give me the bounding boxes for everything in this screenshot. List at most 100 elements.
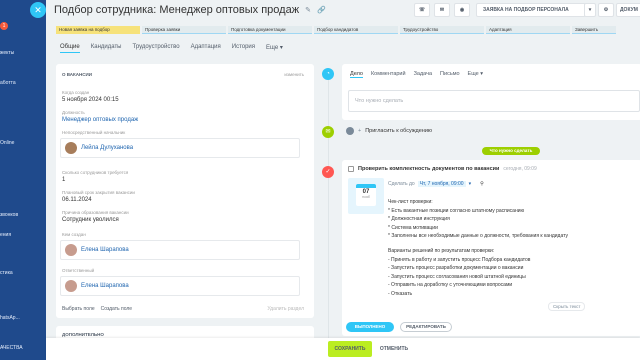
camera-icon[interactable]: ◉ [454,3,470,17]
creator-field[interactable]: Елена Шарапова [60,240,300,260]
reason-value: Сотрудник уволился [62,217,119,223]
tab-candidates[interactable]: Кандидаты [91,44,122,53]
tab-letter[interactable]: Письмо [440,71,459,78]
activity-tabs: Дело Комментарий Задача Письмо Еще ▾ [350,71,483,78]
stage-finish[interactable]: Завершить [572,26,616,34]
sidebar-item[interactable]: аботта [0,80,46,86]
delete-section-link[interactable]: Удалить раздел [267,306,304,312]
created-label: Когда создан [62,90,90,95]
creator-name[interactable]: Елена Шарапова [81,247,129,253]
invite-row[interactable]: + Пригласить к обсуждению [346,127,432,135]
created-value: 5 ноября 2024 00:15 [62,97,119,103]
deadline-row: Сделать до Чт, 7 ноября, 09:00 ▾ ⚲ [388,181,484,187]
close-icon[interactable]: ✕ [30,2,46,18]
change-link[interactable]: изменить [284,72,304,77]
tab-task[interactable]: Задача [414,71,432,78]
task-title: Проверить комплектность документов по ва… [358,166,500,172]
sidebar-item[interactable]: Online [0,140,46,146]
stage-check[interactable]: Проверка заявки [142,26,226,34]
position-value[interactable]: Менеджер оптовых продаж [62,117,138,123]
edit-pencil-icon[interactable]: ✎ [305,6,311,14]
stage-bar: Новая заявка на подбор Проверка заявки П… [56,26,616,34]
chevron-down-icon[interactable]: ▾ [584,3,596,17]
tab-employment[interactable]: Трудоустройство [133,44,180,53]
timeline-line [328,72,329,360]
section-title: О ВАКАНСИИ [62,72,92,77]
select-field-link[interactable]: Выбрать поле [62,306,95,312]
create-field-link[interactable]: Создать поле [101,306,132,312]
stage-docs[interactable]: Подготовка документации [228,26,312,34]
title-bar: Подбор сотрудника: Менеджер оптовых прод… [54,2,326,18]
tab-comment[interactable]: Комментарий [371,71,406,78]
task-card: Проверить комплектность документов по ва… [342,160,640,336]
todo-input[interactable]: Что нужно сделать [348,90,640,112]
sidebar-item[interactable]: АЧЕСТВА [0,345,46,351]
chat-icon: ✉ [322,126,334,138]
checklist-line: * Заполнены все необходимые данные о дол… [388,233,568,240]
creator-label: Кем создан [62,232,86,237]
checklist-line: - Отправить на доработку с уточняющими в… [388,282,513,289]
responsible-label: Ответственный [62,268,95,273]
stage-adaptation[interactable]: Адаптация [486,26,570,34]
hide-text-button[interactable]: Скрыть текст [548,302,586,311]
deal-slider: Подбор сотрудника: Менеджер оптовых прод… [46,0,640,360]
stage-new[interactable]: Новая заявка на подбор [56,26,140,34]
sidebar-item[interactable]: стика [0,270,46,276]
sidebar-item[interactable]: жекты [0,50,46,56]
reason-label: Причина образования вакансии [62,210,129,215]
checklist-line: - Запустить процесс согласования новой ш… [388,273,526,280]
stage-employment[interactable]: Трудоустройство [400,26,484,34]
avatar [346,127,354,135]
calendar-icon: 07 нояб [348,178,384,214]
portal-sidebar: 1 жекты аботта Online звонков ения стика… [0,0,46,360]
checklist-line: * Есть вакантные позиции согласно штатно… [388,207,525,214]
manager-name[interactable]: Лейла Дулуханова [81,145,133,151]
calendar-page: 07 нояб [356,184,376,206]
gear-icon[interactable]: ⚙ [598,3,614,17]
page-title: Подбор сотрудника: Менеджер оптовых прод… [54,4,300,16]
responsible-name[interactable]: Елена Шарапова [81,283,129,289]
count-value: 1 [62,177,66,183]
tab-deal[interactable]: Дело [350,71,363,78]
task-checkbox[interactable] [348,166,354,172]
request-button[interactable]: ЗАЯВКА НА ПОДБОР ПЕРСОНАЛА [476,3,586,17]
tab-adaptation[interactable]: Адаптация [191,44,221,53]
link-icon[interactable]: 🔗 [317,6,326,14]
count-label: Сколько сотрудников требуется [62,170,129,175]
task-time: сегодня, 09:09 [503,166,537,172]
stage-candidates[interactable]: Подбор кандидатов [314,26,398,34]
responsible-field[interactable]: Елена Шарапова [60,276,300,296]
about-card: О ВАКАНСИИ изменить Когда создан 5 ноябр… [56,64,314,318]
plus-icon[interactable]: + [358,128,361,134]
tab-activity-more[interactable]: Еще ▾ [468,71,484,78]
sidebar-item[interactable]: hatsAp... [0,315,46,321]
checklist-line: Чек-лист проверки: [388,199,433,205]
sidebar-item[interactable]: ения [0,232,46,238]
mail-icon[interactable]: ✉ [434,3,450,17]
phone-icon[interactable]: ☏ [414,3,430,17]
sidebar-item[interactable]: звонков [0,212,46,218]
tabs: Общие Кандидаты Трудоустройство Адаптаци… [60,44,283,53]
tab-more[interactable]: Еще ▾ [266,44,283,53]
invite-link[interactable]: Пригласить к обсуждению [365,128,432,134]
save-button[interactable]: СОХРАНИТЬ [328,341,372,357]
calendar-month: нояб [362,195,370,199]
todo-badge: Что нужно сделать [482,147,540,155]
tab-general[interactable]: Общие [60,44,80,53]
deadline-date[interactable]: Чт, 7 ноября, 09:00 [417,181,466,187]
pin-icon[interactable]: ⚲ [480,181,484,187]
checklist-line: - Принять в работу и запустить процесс П… [388,256,531,263]
done-button[interactable]: ВЫПОЛНЕНО [346,322,394,332]
task-header: Проверить комплектность документов по ва… [348,166,537,172]
avatar [65,244,77,256]
task-description: Чек-лист проверки: * Есть вакантные пози… [388,198,568,299]
tab-history[interactable]: История [232,44,255,53]
section-title: ДОПОЛНИТЕЛЬНО [62,332,104,337]
deadline-label: Плановый срок закрытия вакансии [62,190,135,195]
document-button[interactable]: ДОКУМ [616,3,640,17]
cancel-button[interactable]: ОТМЕНИТЬ [376,341,412,357]
checklist-line: * Должностная инструкция [388,216,450,223]
manager-field[interactable]: Лейла Дулуханова [60,138,300,158]
chevron-down-icon[interactable]: ▾ [469,181,472,187]
edit-button[interactable]: РЕДАКТИРОВАТЬ [400,322,452,332]
